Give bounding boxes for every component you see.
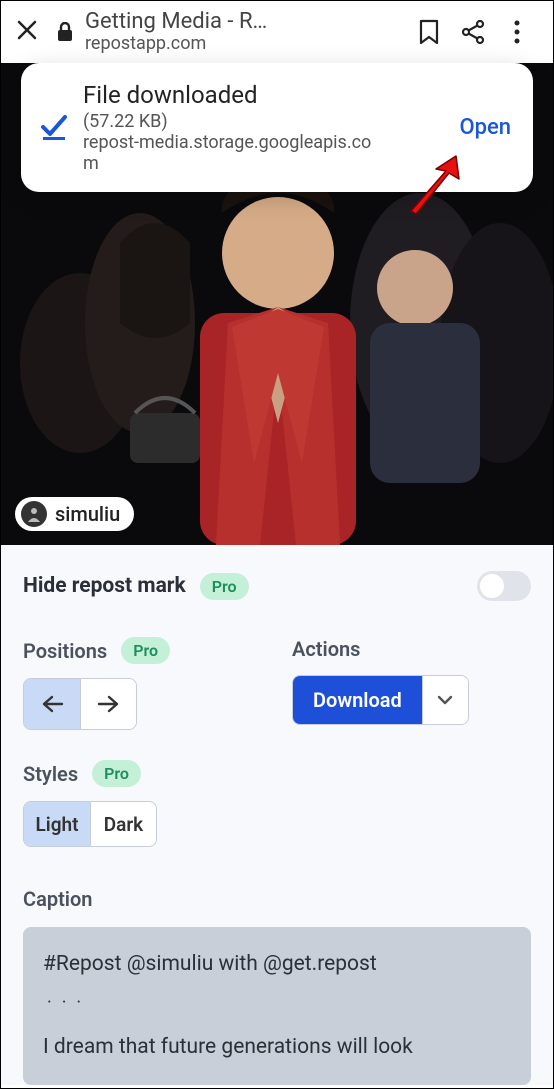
caption-label: Caption [23, 887, 531, 911]
pro-badge: Pro [92, 760, 141, 787]
download-split-button: Download [292, 675, 469, 725]
position-right-button[interactable] [80, 679, 136, 729]
position-segmented [23, 678, 137, 730]
toggle-knob [480, 574, 504, 598]
styles-segmented: Light Dark [23, 801, 157, 847]
bookmark-icon[interactable] [407, 19, 451, 45]
page-domain: repostapp.com [85, 34, 407, 54]
notification-source: repost-media.storage.googleapis.com [83, 132, 383, 174]
hide-repost-toggle[interactable] [477, 571, 531, 601]
hide-repost-label: Hide repost mark [23, 574, 186, 598]
pro-badge: Pro [121, 637, 170, 664]
caption-textarea[interactable]: #Repost @simuliu with @get.repost ··· I … [23, 927, 531, 1085]
caption-text-line: ··· [43, 989, 511, 1016]
avatar [21, 501, 47, 527]
download-button[interactable]: Download [293, 676, 422, 724]
browser-chrome: Getting Media - R… repostapp.com [1, 1, 553, 63]
style-light-button[interactable]: Light [24, 802, 90, 846]
positions-label: Positions [23, 639, 107, 663]
styles-label: Styles [23, 762, 78, 786]
close-icon[interactable] [15, 16, 51, 49]
download-dropdown-button[interactable] [422, 676, 468, 724]
menu-dots-icon[interactable] [495, 20, 539, 44]
caption-text-line: I dream that future generations will loo… [43, 1032, 511, 1064]
pro-badge: Pro [200, 573, 249, 600]
open-button[interactable]: Open [459, 115, 511, 140]
style-dark-button[interactable]: Dark [90, 802, 156, 846]
caption-text-line: #Repost @simuliu with @get.repost [43, 949, 511, 981]
notification-title: File downloaded [83, 81, 449, 109]
controls-panel: Hide repost mark Pro Positions Pro Actio [1, 545, 553, 1085]
annotation-arrow-icon [401, 151, 471, 225]
share-icon[interactable] [451, 19, 495, 45]
page-title: Getting Media - R… [85, 10, 407, 34]
lock-icon [51, 22, 79, 42]
notification-size: (57.22 KB) [83, 111, 449, 132]
actions-label: Actions [292, 637, 360, 661]
attribution-username: simuliu [55, 502, 120, 526]
attribution-badge[interactable]: simuliu [15, 497, 134, 531]
check-icon [39, 111, 69, 145]
position-left-button[interactable] [24, 679, 80, 729]
url-display[interactable]: Getting Media - R… repostapp.com [85, 10, 407, 54]
